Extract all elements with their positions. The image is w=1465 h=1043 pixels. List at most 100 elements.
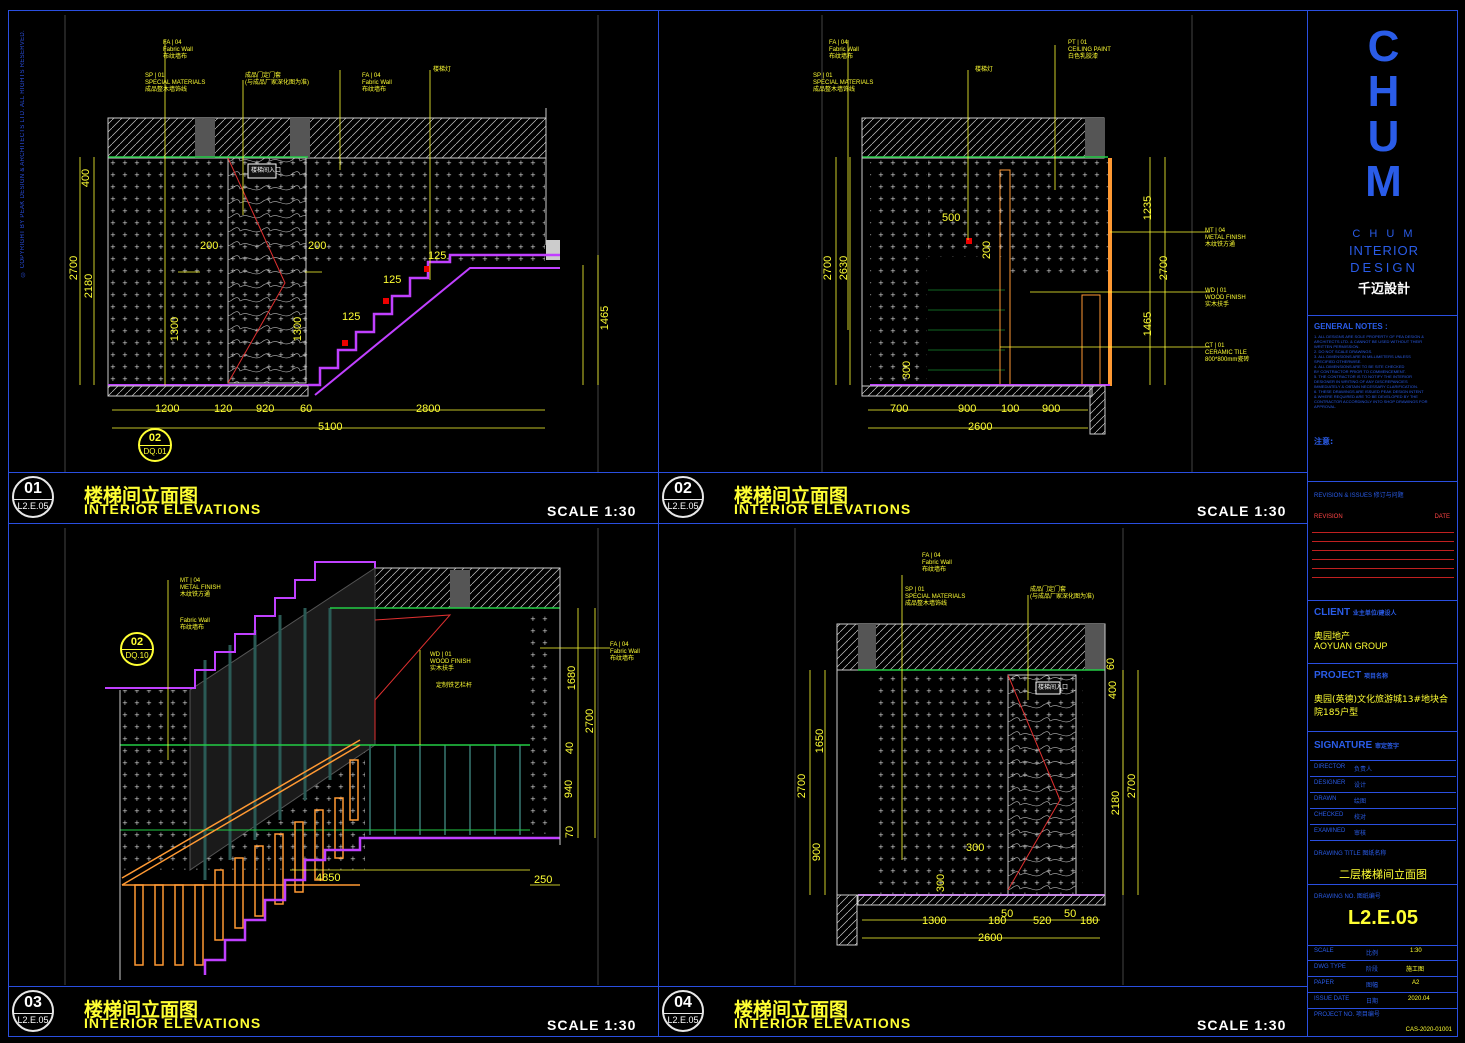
dim-label: 40 (564, 741, 577, 755)
dim-label: 2700 (1158, 255, 1171, 281)
logo-line3: DESIGN (1350, 260, 1418, 275)
meta-row: PAPER 图幅 A2 (1308, 977, 1458, 993)
logo-mark: CHUM (1359, 22, 1408, 202)
dim-label: 100 (1001, 403, 1020, 415)
dim-label: 200 (200, 240, 219, 252)
dim-label: 4850 (316, 872, 341, 884)
sign-row: CHECKED 校对 (1310, 808, 1456, 824)
material-tag: SP | 01 SPECIAL MATERIALS 成品整木墙饰线 (905, 587, 966, 607)
revision-table-lines (1312, 524, 1454, 584)
dim-label: 60 (300, 403, 313, 415)
view-scale: SCALE 1:30 (1197, 503, 1287, 519)
dim-label: 1235 (1142, 195, 1155, 221)
sign-row: DIRECTOR 负责人 (1310, 760, 1456, 776)
annotation: 成品门定门套 (与成品厂家深化图为准) (245, 73, 309, 86)
section-marker[interactable]: 02 DQ.01 (138, 428, 172, 462)
dim-label: 5100 (318, 421, 343, 433)
sign-table: DIRECTOR 负责人 DESIGNER 设计 DRAWN 绘图 CHECKED 校对… (1310, 760, 1456, 841)
material-tag: WD | 01 WOOD FINISH 实木扶手 (430, 652, 471, 672)
meta-row: SCALE 比例 1:30 (1308, 945, 1458, 961)
view-number-03: 03 L2.E.05 (12, 990, 54, 1032)
material-tag: PT | 01 CEILING PAINT 白色乳胶漆 (1068, 40, 1111, 60)
dim-label: 920 (256, 403, 275, 415)
client-label: CLIENT 业主单位/建设人 (1314, 607, 1397, 618)
sign-row: DESIGNER 设计 (1310, 776, 1456, 792)
material-tag: MT | 04 METAL FINISH 木纹铁方通 (180, 578, 221, 598)
drawing-title-label: DRAWING TITLE 图纸名称 (1314, 851, 1387, 857)
dim-label: 70 (564, 825, 577, 839)
dim-label: 900 (958, 403, 977, 415)
general-notes-body: 1. ALL DESIGNS ARE SOLE PROPERTY OF PEA … (1314, 334, 1428, 409)
dim-label: 1680 (566, 665, 579, 691)
dim-label: 1300 (292, 316, 305, 342)
material-tag: FA | 04 Fabric Wall 布纹墙布 (922, 553, 952, 573)
project-label: PROJECT 项目名称 (1314, 670, 1389, 681)
dim-label: 300 (935, 873, 948, 893)
dim-label: 940 (563, 779, 576, 799)
dim-label: 60 (1105, 657, 1118, 671)
door-sign: 楼梯间入口 (1038, 685, 1069, 691)
dim-label: 1300 (922, 915, 947, 927)
dim-label: 400 (1107, 680, 1120, 700)
material-tag: SP | 01 SPECIAL MATERIALS 成品整木墙饰线 (813, 73, 874, 93)
view-scale: SCALE 1:30 (547, 503, 637, 519)
view-number-04: 04 L2.E.05 (662, 990, 704, 1032)
drawing-no-section: DRAWING NO. 图纸编号 L2.E.05 (1308, 885, 1458, 946)
view-number-02: 02 L2.E.05 (662, 476, 704, 518)
client-en: AOYUAN GROUP (1314, 641, 1388, 651)
material-tag: Fabric Wall 布纹墙布 (180, 618, 210, 631)
project-no: CAS-2020-01001 (1405, 1027, 1452, 1033)
view-scale: SCALE 1:30 (547, 1017, 637, 1033)
dim-label: 50 (1001, 908, 1014, 920)
project-section: PROJECT 项目名称 奥园(英德)文化旅游城13#地块合院185户型 (1308, 664, 1458, 732)
logo: CHUM C H U M INTERIOR DESIGN 千迈設計 (1308, 10, 1458, 316)
dim-label: 1650 (814, 728, 827, 754)
date-col: DATE (1434, 514, 1450, 520)
dim-label: 2700 (1126, 773, 1139, 799)
dim-label: 2180 (1110, 790, 1123, 816)
client-section: CLIENT 业主单位/建设人 奥园地产 AOYUAN GROUP (1308, 601, 1458, 664)
dim-label: 1465 (599, 305, 612, 331)
dim-label: 500 (942, 212, 961, 224)
dim-label: 125 (342, 311, 361, 323)
annotation: 楼梯灯 (433, 67, 452, 73)
drawing-no: L2.E.05 (1347, 907, 1419, 929)
door-sign: 楼梯间入口 (251, 168, 282, 174)
dim-label: 2700 (584, 708, 597, 734)
dim-label: 50 (1064, 908, 1077, 920)
dim-label: 2600 (978, 932, 1003, 944)
section-marker[interactable]: 02 DQ.10 (120, 632, 154, 666)
dim-label: 250 (534, 874, 553, 886)
notes-cn-title: 注意: (1314, 437, 1334, 446)
dim-label: 2700 (68, 255, 81, 281)
material-tag: FA | 04 Fabric Wall 布纹墙布 (610, 642, 640, 662)
drawing-title: 二层楼梯间立面图 (1339, 868, 1427, 881)
elevation-drawings: + (64, 15, 1210, 985)
view-title-en: INTERIOR ELEVATIONS (84, 1015, 262, 1031)
general-notes-title: GENERAL NOTES : (1314, 322, 1388, 331)
dim-label: 300 (966, 842, 985, 854)
dim-label: 520 (1033, 915, 1052, 927)
view-title-en: INTERIOR ELEVATIONS (734, 1015, 912, 1031)
annotation: 楼梯灯 (975, 67, 994, 73)
dim-label: 1300 (169, 316, 182, 342)
material-tag: CT | 01 CERAMIC TILE 800*800mm瓷砖 (1205, 343, 1250, 363)
material-tag: FA | 04 Fabric Wall 布纹墙布 (362, 73, 392, 93)
dim-label: 300 (901, 360, 914, 380)
view-number-01: 01 L2.E.05 (12, 476, 54, 518)
meta-table: SCALE 比例 1:30 DWG TYPE 阶段 施工图 PAPER 图幅 A2 ISSU… (1308, 945, 1458, 1033)
view-title-en: INTERIOR ELEVATIONS (84, 501, 262, 517)
title-block: CHUM C H U M INTERIOR DESIGN 千迈設計 GENERA… (1308, 10, 1458, 1037)
revision-section: REVISION & ISSUES 修订与问题 REVISION DATE (1308, 482, 1458, 601)
project-no-label: PROJECT NO. 项目编号 (1314, 1012, 1380, 1018)
revision-title: REVISION & ISSUES 修订与问题 (1314, 493, 1404, 499)
view-title-en: INTERIOR ELEVATIONS (734, 501, 912, 517)
material-tag: SP | 01 SPECIAL MATERIALS 成品整木墙饰线 (145, 73, 206, 93)
dim-label: 120 (214, 403, 233, 415)
signature-label: SIGNATURE 审定签字 (1314, 740, 1399, 751)
material-tag: FA | 04 Fabric Wall 布纹墙布 (829, 40, 859, 60)
dim-label: 180 (1080, 915, 1099, 927)
dim-label: 125 (428, 250, 447, 262)
dim-label: 125 (383, 274, 402, 286)
sign-row: DRAWN 绘图 (1310, 792, 1456, 808)
